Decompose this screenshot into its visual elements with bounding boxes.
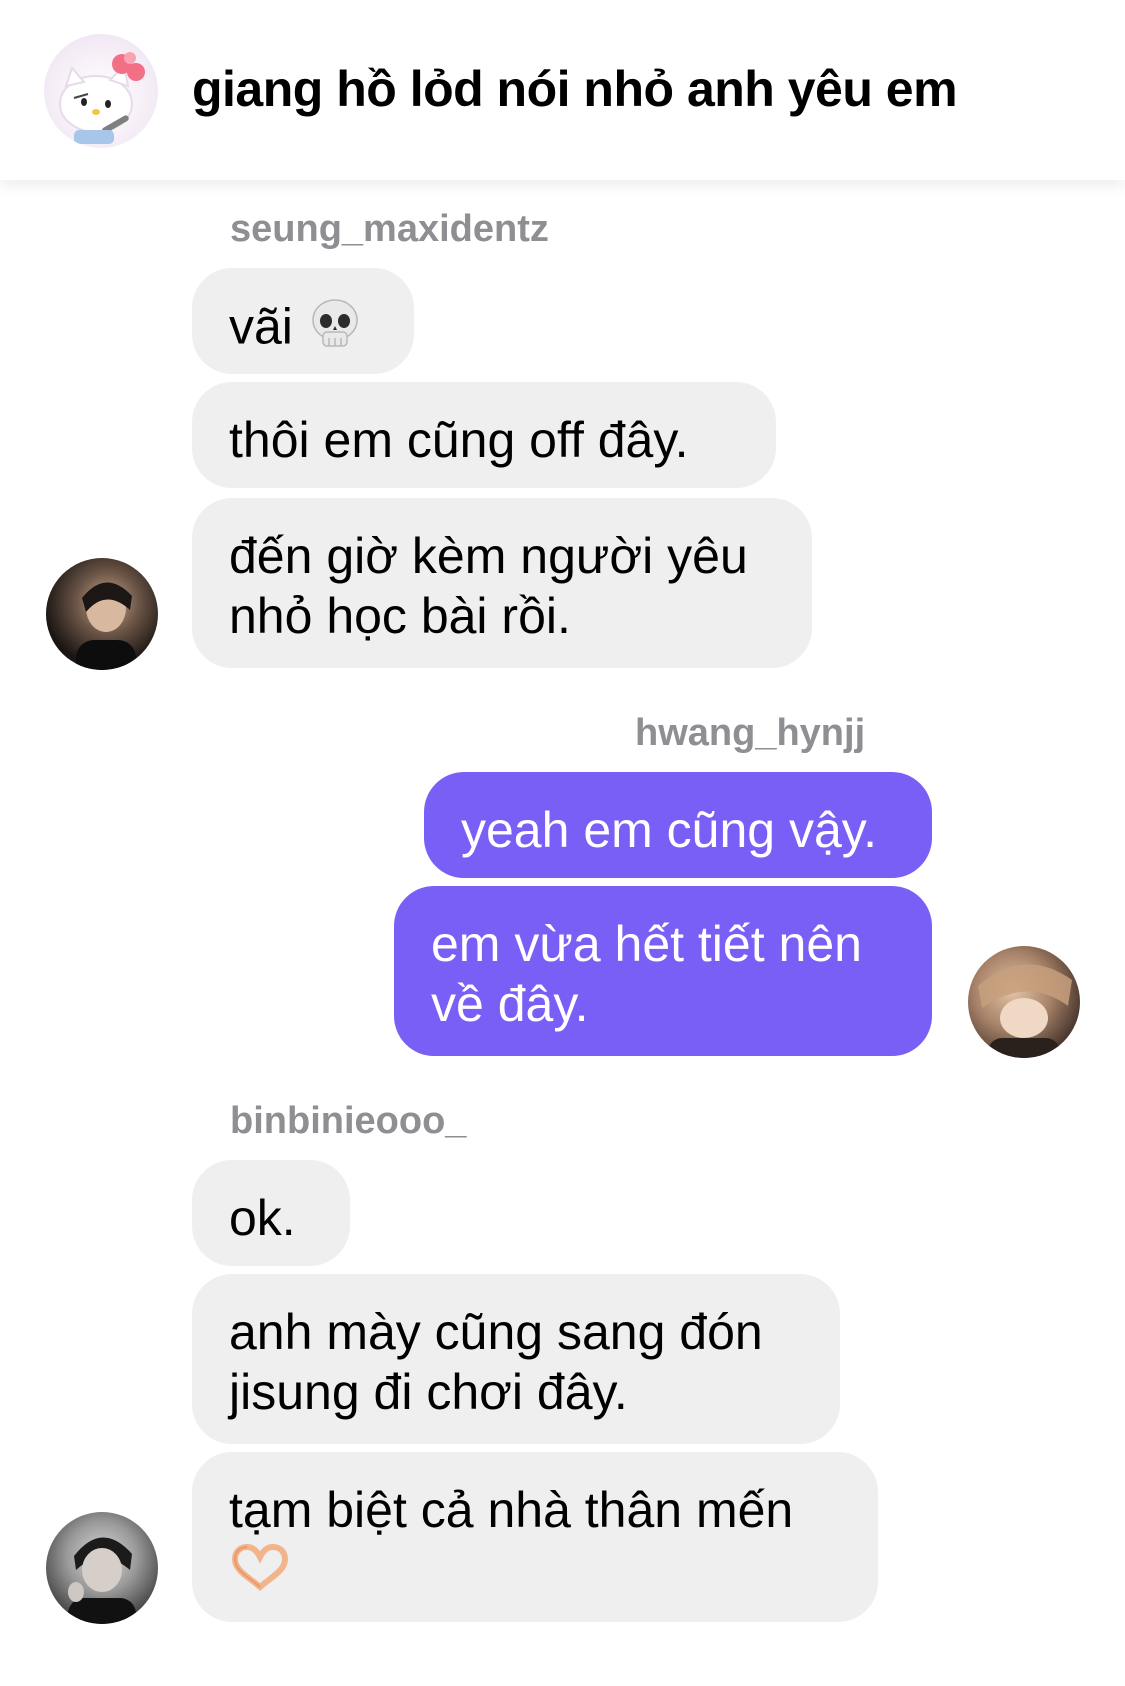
message-text: thôi em cũng off đây. xyxy=(229,412,689,468)
message-text: ok. xyxy=(229,1190,296,1246)
message-bubble[interactable]: vãi xyxy=(192,268,414,374)
message-bubble[interactable]: đến giờ kèm người yêu nhỏ học bài rồi. xyxy=(192,498,812,668)
skull-icon xyxy=(307,296,363,365)
message-text: yeah em cũng vậy. xyxy=(461,802,877,858)
message-bubble[interactable]: yeah em cũng vậy. xyxy=(424,772,932,878)
message-text: em vừa hết tiết nên về đây. xyxy=(431,916,862,1032)
message-bubble[interactable]: anh mày cũng sang đón jisung đi chơi đây… xyxy=(192,1274,840,1444)
chat-header: giang hồ lỏd nói nhỏ anh yêu em xyxy=(0,0,1125,180)
message-text: vãi xyxy=(229,298,293,355)
message-bubble[interactable]: ok. xyxy=(192,1160,350,1266)
message-bubble[interactable]: em vừa hết tiết nên về đây. xyxy=(394,886,932,1056)
person-photo-icon xyxy=(76,582,136,670)
message-bubble[interactable]: thôi em cũng off đây. xyxy=(192,382,776,488)
sender-name: binbinieooo_ xyxy=(230,1100,467,1142)
group-title: giang hồ lỏd nói nhỏ anh yêu em xyxy=(192,61,958,117)
sender-name: seung_maxidentz xyxy=(230,208,549,250)
heart-hands-icon xyxy=(229,1543,291,1604)
message-text: anh mày cũng sang đón jisung đi chơi đây… xyxy=(229,1304,763,1420)
sender-name: hwang_hynjj xyxy=(635,712,866,754)
avatar[interactable] xyxy=(46,1512,158,1624)
message-text: tạm biệt cả nhà thân mến xyxy=(229,1482,794,1538)
avatar[interactable] xyxy=(968,946,1080,1058)
person-photo-icon xyxy=(68,1537,136,1624)
group-avatar[interactable] xyxy=(44,34,158,148)
hello-kitty-icon xyxy=(59,52,145,144)
message-bubble[interactable]: tạm biệt cả nhà thân mến xyxy=(192,1452,878,1622)
message-text: đến giờ kèm người yêu nhỏ học bài rồi. xyxy=(229,528,748,644)
avatar[interactable] xyxy=(46,558,158,670)
person-photo-icon xyxy=(978,964,1072,1058)
